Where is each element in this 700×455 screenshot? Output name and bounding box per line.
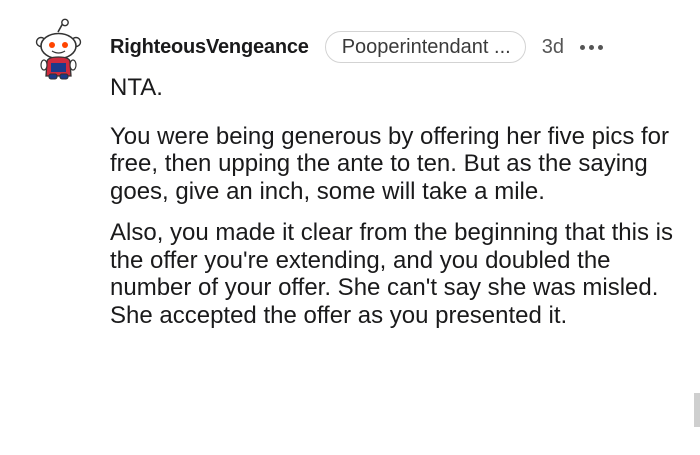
comment-timestamp[interactable]: 3d: [542, 36, 564, 59]
comment-header: RighteousVengeance Pooperintendant ... 3…: [110, 30, 603, 64]
snoo-avatar-icon: [35, 18, 82, 80]
comment-body: NTA. You were being generous by offering…: [110, 74, 690, 343]
more-horizontal-icon: [579, 44, 585, 50]
comment-paragraph: NTA.: [110, 74, 163, 101]
user-flair: Pooperintendant ...: [324, 31, 526, 63]
more-options-button[interactable]: [579, 32, 603, 62]
comment-paragraph: You were being generous by offering her …: [110, 122, 670, 205]
username-link[interactable]: RighteousVengeance: [110, 36, 309, 59]
user-flair-text: Pooperintendant ...: [341, 35, 511, 58]
scrollbar-thumb[interactable]: [694, 393, 700, 427]
comment: RighteousVengeance Pooperintendant ... 3…: [0, 0, 700, 455]
comment-paragraph: Also, you made it clear from the beginni…: [110, 219, 673, 329]
user-avatar[interactable]: [30, 18, 88, 80]
